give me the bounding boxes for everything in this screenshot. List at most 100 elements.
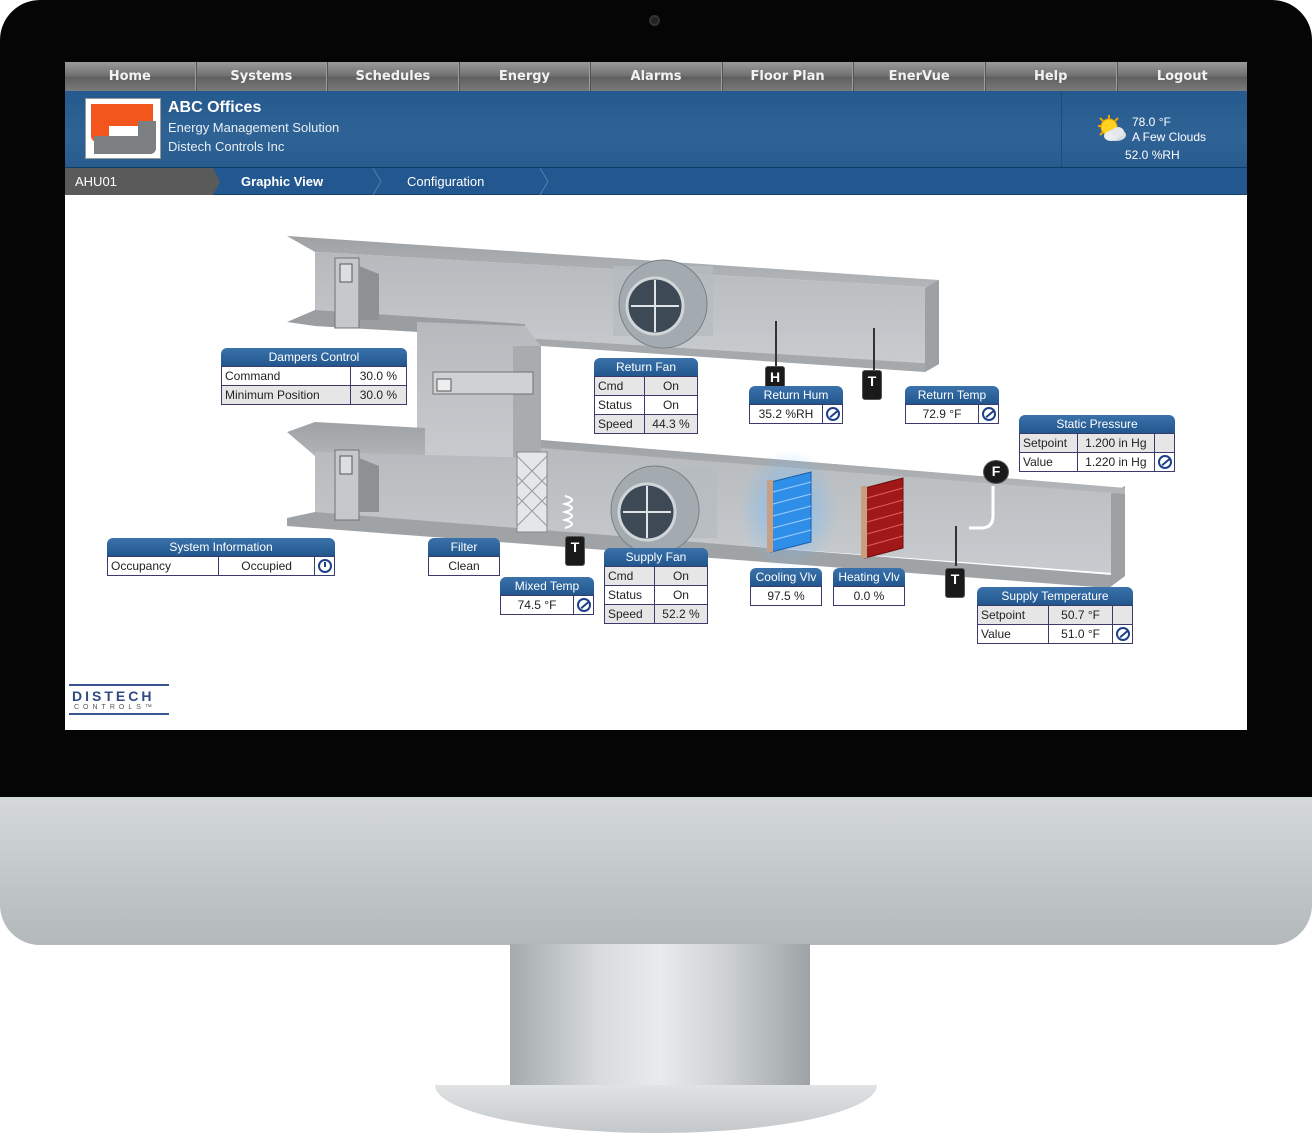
supply-fan-cmd-value[interactable]: On	[653, 566, 709, 586]
nav-floor-plan[interactable]: Floor Plan	[721, 62, 854, 91]
filter-panel: Filter Clean	[428, 538, 500, 576]
breadcrumb-ahu01[interactable]: AHU01	[65, 168, 220, 195]
panel-title: Cooling Vlv	[750, 568, 822, 586]
logo-main-text: DISTECH	[72, 688, 155, 704]
damper-command-value[interactable]: 30.0 %	[349, 366, 408, 386]
tab-configuration[interactable]: Configuration	[407, 168, 484, 195]
supply-temperature-panel: Supply Temperature Setpoint 50.7 °F Value…	[976, 587, 1133, 644]
logo-sub-text: CONTROLS™	[74, 704, 156, 711]
panel-title: Mixed Temp	[500, 577, 594, 595]
camera-icon	[649, 15, 660, 26]
heating-valve-panel: Heating Vlv 0.0 %	[833, 568, 905, 606]
row-label: Status	[604, 585, 655, 605]
filter-icon	[516, 451, 548, 533]
ahu-graphic: H T T T F Dampers Control Command 30.0 % …	[65, 196, 1247, 730]
weather-humidity: 52.0 %RH	[1125, 148, 1180, 162]
nav-enervue[interactable]: EnerVue	[853, 62, 985, 91]
trend-button[interactable]	[1154, 452, 1175, 472]
nav-logout[interactable]: Logout	[1116, 62, 1248, 91]
panel-title: Return Fan	[594, 358, 698, 376]
site-title: ABC Offices	[168, 99, 262, 116]
weather-temperature: 78.0 °F	[1132, 115, 1171, 129]
gauge-icon	[1115, 627, 1130, 642]
trend-button[interactable]	[978, 404, 999, 424]
logo-line	[69, 684, 169, 686]
static-pressure-panel: Static Pressure Setpoint 1.200 in Hg Valu…	[1019, 415, 1175, 472]
nav-alarms[interactable]: Alarms	[590, 62, 722, 91]
panel-title: Dampers Control	[221, 348, 407, 366]
panel-title: Filter	[428, 538, 500, 556]
company-logo	[85, 98, 161, 159]
occupancy-value[interactable]: Occupied	[218, 556, 315, 576]
supply-temp-sensor-icon[interactable]: T	[945, 568, 965, 598]
row-label: Cmd	[594, 376, 645, 396]
panel-title: Static Pressure	[1019, 415, 1175, 433]
gauge-icon	[981, 407, 996, 422]
supply-fan-panel: Supply Fan Cmd On Status On Speed 52.2 %	[604, 548, 709, 624]
gauge-icon	[1157, 455, 1172, 470]
row-label: Value	[976, 624, 1050, 644]
panel-title: Supply Fan	[604, 548, 708, 566]
static-pressure-sensor-icon[interactable]: F	[983, 460, 1009, 484]
filter-status-value: Clean	[428, 556, 500, 576]
app-screen: Home Systems Schedules Energy Alarms Flo…	[65, 62, 1247, 730]
mixed-temp-sensor-icon[interactable]: T	[565, 536, 585, 566]
trend-button[interactable]	[573, 595, 594, 615]
row-label: Value	[1019, 452, 1078, 472]
panel-title: Supply Temperature	[977, 587, 1133, 605]
heating-valve-value[interactable]: 0.0 %	[833, 586, 905, 606]
cooling-valve-value[interactable]: 97.5 %	[750, 586, 822, 606]
return-hum-panel: Return Hum 35.2 %RH	[749, 386, 843, 424]
row-label: Speed	[604, 604, 655, 624]
trend-button[interactable]	[822, 404, 843, 424]
breadcrumb-separator	[539, 168, 549, 195]
monitor-stand-base	[435, 1085, 877, 1133]
panel-title: System Information	[107, 538, 335, 556]
heating-coil-icon	[861, 477, 904, 559]
nav-systems[interactable]: Systems	[195, 62, 328, 91]
schedule-button[interactable]	[314, 556, 335, 576]
gauge-icon	[825, 407, 840, 422]
static-pressure-setpoint-value[interactable]: 1.200 in Hg	[1076, 433, 1156, 453]
logo-gray-vertical	[138, 121, 156, 154]
return-temp-sensor-icon[interactable]: T	[862, 370, 882, 400]
return-temp-panel: Return Temp 72.9 °F	[905, 386, 999, 424]
nav-help[interactable]: Help	[984, 62, 1117, 91]
nav-energy[interactable]: Energy	[458, 62, 591, 91]
row-label: Speed	[594, 414, 645, 434]
row-label: Status	[594, 395, 645, 415]
supply-temp-setpoint-value[interactable]: 50.7 °F	[1048, 605, 1113, 625]
mixed-temp-value: 74.5 °F	[500, 595, 574, 615]
return-fan-cmd-value[interactable]: On	[643, 376, 699, 396]
clock-icon	[317, 559, 332, 574]
dampers-control-panel: Dampers Control Command 30.0 % Minimum Po…	[221, 348, 408, 405]
nav-schedules[interactable]: Schedules	[327, 62, 459, 91]
breadcrumb-separator	[372, 168, 382, 195]
row-label: Minimum Position	[221, 385, 351, 405]
return-hum-value: 35.2 %RH	[749, 404, 823, 424]
return-temp-value: 72.9 °F	[905, 404, 979, 424]
top-nav: Home Systems Schedules Energy Alarms Flo…	[65, 62, 1247, 91]
return-fan-status-value: On	[643, 395, 699, 415]
damper-min-position-value[interactable]: 30.0 %	[349, 385, 408, 405]
monitor-stand	[510, 944, 810, 1094]
panel-title: Return Temp	[905, 386, 999, 404]
system-information-panel: System Information Occupancy Occupied	[106, 538, 335, 576]
return-fan-speed-value[interactable]: 44.3 %	[643, 414, 699, 434]
company-name: Distech Controls Inc	[168, 139, 285, 154]
partly-cloudy-icon	[1098, 115, 1126, 141]
trend-button[interactable]	[1112, 624, 1133, 644]
tab-graphic-view[interactable]: Graphic View	[241, 168, 323, 195]
distech-controls-logo: DISTECH CONTROLS™	[69, 682, 169, 717]
supply-fan-speed-value[interactable]: 52.2 %	[653, 604, 709, 624]
return-temp-probe	[873, 328, 875, 372]
return-fan-panel: Return Fan Cmd On Status On Speed 44.3 %	[594, 358, 699, 434]
row-label: Setpoint	[976, 605, 1050, 625]
cooling-valve-panel: Cooling Vlv 97.5 %	[750, 568, 822, 606]
mixed-air-damper-icon	[432, 371, 534, 395]
nav-home[interactable]: Home	[65, 62, 196, 91]
cooling-coil-icon	[767, 471, 812, 553]
panel-title: Heating Vlv	[833, 568, 905, 586]
return-fan-icon	[613, 259, 713, 349]
static-pressure-value: 1.220 in Hg	[1076, 452, 1156, 472]
